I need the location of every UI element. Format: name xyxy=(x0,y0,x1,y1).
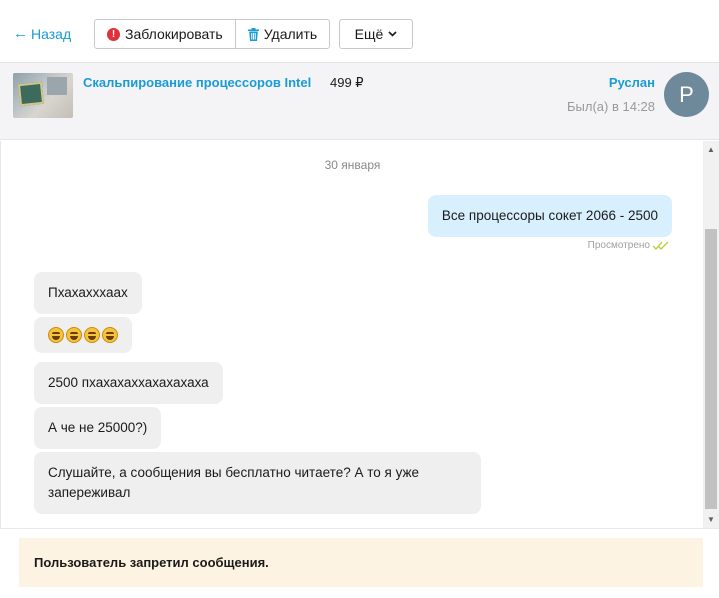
block-icon: ! xyxy=(107,27,120,41)
scroll-up-arrow-icon[interactable]: ▲ xyxy=(703,141,719,158)
rofl-emoji-icon xyxy=(84,327,100,343)
message-list: 30 января Все процессоры сокет 2066 - 25… xyxy=(0,141,703,528)
action-button-group: ! Заблокировать Удалить xyxy=(94,19,331,49)
item-price: 499 ₽ xyxy=(330,75,364,90)
delete-button[interactable]: Удалить xyxy=(234,20,329,48)
avatar[interactable]: P xyxy=(664,72,709,117)
incoming-message: А че не 25000?) xyxy=(34,407,162,449)
item-title-link[interactable]: Скальпирование процессоров Intel xyxy=(83,75,311,90)
user-name-link[interactable]: Руслан xyxy=(609,75,655,90)
block-button[interactable]: ! Заблокировать xyxy=(95,20,235,48)
incoming-message: Слушайте, а сообщения вы бесплатно читае… xyxy=(34,452,481,514)
block-button-label: Заблокировать xyxy=(125,26,223,42)
back-arrow-icon: ← xyxy=(13,25,28,42)
incoming-message: Пхахахххаах xyxy=(34,272,142,314)
more-button[interactable]: Ещё xyxy=(339,19,413,49)
composer-area: Пользователь запретил сообщения. xyxy=(0,528,719,598)
item-header: Скальпирование процессоров Intel 499 ₽ Р… xyxy=(0,62,719,140)
message-text: Все процессоры сокет 2066 - 2500 xyxy=(441,208,658,223)
emoji-row xyxy=(48,327,118,343)
messages-blocked-notice: Пользователь запретил сообщения. xyxy=(19,538,703,587)
rofl-emoji-icon xyxy=(66,327,82,343)
rofl-emoji-icon xyxy=(102,327,118,343)
user-last-seen: Был(а) в 14:28 xyxy=(566,99,655,114)
message-text: Слушайте, а сообщения вы бесплатно читае… xyxy=(48,465,420,500)
date-separator: 30 января xyxy=(324,158,381,172)
item-thumbnail[interactable] xyxy=(13,73,73,118)
outgoing-message: Все процессоры сокет 2066 - 2500 xyxy=(427,195,672,237)
toolbar: ← Назад ! Заблокировать Удалить Ещё xyxy=(0,0,719,62)
delete-button-label: Удалить xyxy=(263,26,318,42)
scroll-thumb[interactable] xyxy=(705,229,717,509)
thumbnail-detail xyxy=(47,77,67,95)
message-scrollbar[interactable]: ▲ ▼ xyxy=(703,141,719,528)
back-link-label: Назад xyxy=(31,25,72,42)
trash-icon xyxy=(247,27,259,41)
seen-label: Просмотрено xyxy=(587,240,650,251)
chevron-down-icon xyxy=(388,31,397,37)
scroll-down-arrow-icon[interactable]: ▼ xyxy=(703,511,719,528)
rofl-emoji-icon xyxy=(48,327,64,343)
thumbnail-cpu xyxy=(17,81,45,107)
back-link[interactable]: ← Назад xyxy=(13,25,71,42)
incoming-message: 2500 пхахахаххахахахаха xyxy=(34,362,223,404)
incoming-message xyxy=(34,317,132,353)
more-button-label: Ещё xyxy=(354,26,384,42)
message-text: 2500 пхахахаххахахахаха xyxy=(48,375,209,390)
double-check-icon xyxy=(652,241,669,250)
seen-status: Просмотрено xyxy=(588,240,670,251)
message-text: Пхахахххаах xyxy=(48,285,128,300)
message-text: А че не 25000?) xyxy=(48,420,148,435)
